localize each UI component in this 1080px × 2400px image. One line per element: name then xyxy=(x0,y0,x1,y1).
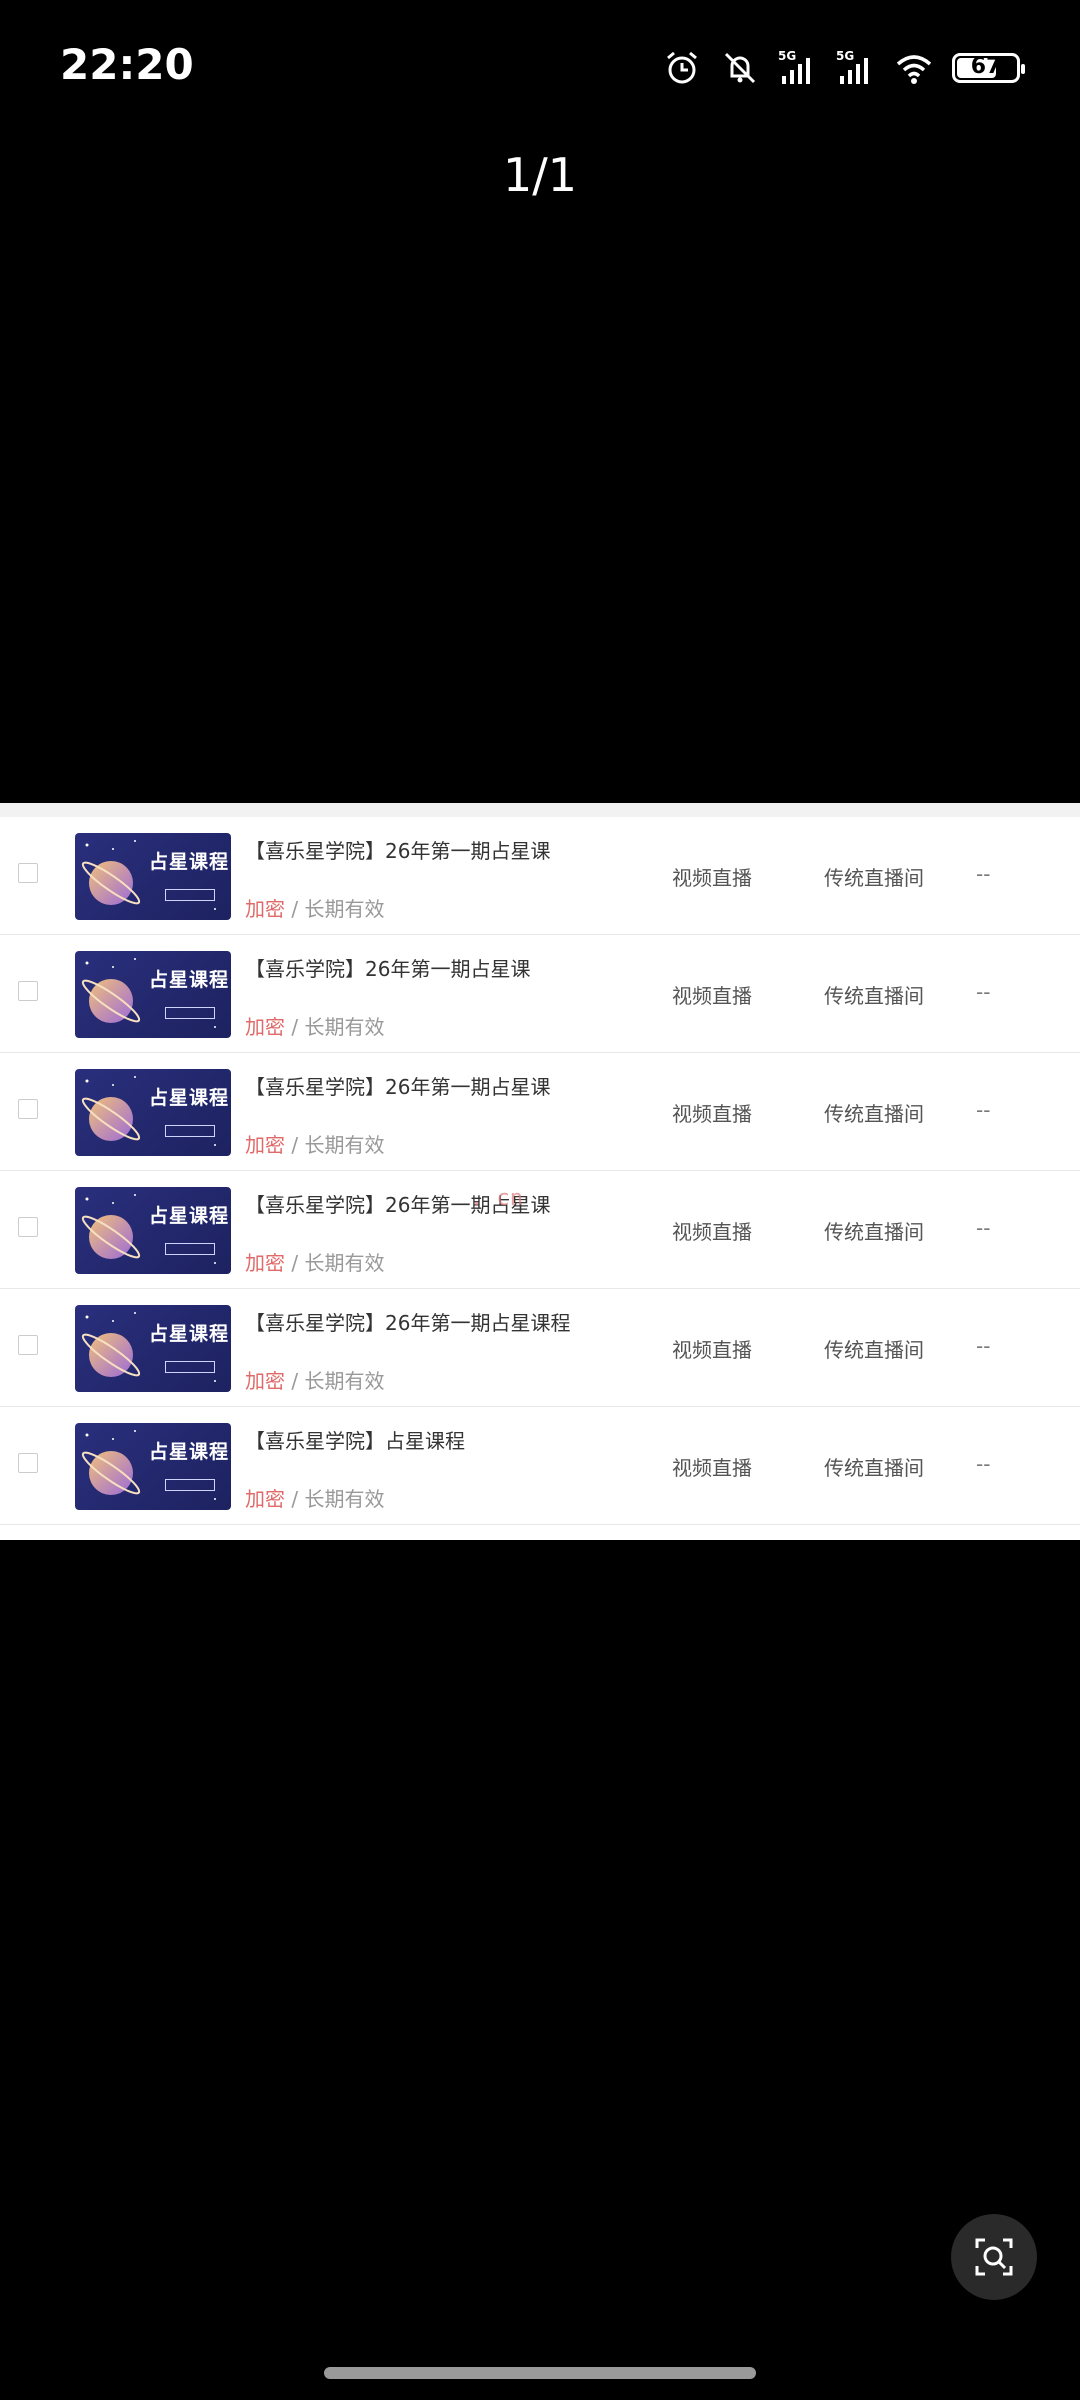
live-type: 视频直播 xyxy=(672,866,752,890)
table-row[interactable]: 占星课程 【喜乐学院】26年第一期占星课 加密 / 长期有效 视频直播 传统直播… xyxy=(0,935,1080,1053)
table-row[interactable]: 占星课程 【喜乐星学院】26年第一期占星课 加密 / 长期有效 视频直播 传统直… xyxy=(0,817,1080,935)
thumbnail-title: 占星课程 xyxy=(149,1323,230,1345)
signal-5g-icon: 5G xyxy=(778,49,810,84)
thumbnail-title: 占星课程 xyxy=(149,1441,230,1463)
thumbnail-title: 占星课程 xyxy=(149,1087,230,1109)
course-thumbnail[interactable]: 占星课程 xyxy=(75,1423,231,1510)
validity-label: / 长期有效 xyxy=(291,1015,385,1039)
thumbnail-title: 占星课程 xyxy=(149,1205,230,1227)
table-row[interactable]: 占星课程 【喜乐星学院】26年第一期占星课程 加密 / 长期有效 视频直播 传统… xyxy=(0,1289,1080,1407)
course-thumbnail[interactable]: 占星课程 xyxy=(75,1305,231,1392)
status-time: 22:20 xyxy=(60,40,194,89)
visual-search-button[interactable] xyxy=(951,2214,1037,2300)
extra-value: -- xyxy=(976,1452,991,1476)
validity-label: / 长期有效 xyxy=(291,1251,385,1275)
thumbnail-title: 占星课程 xyxy=(149,969,230,991)
extra-value: -- xyxy=(976,1098,991,1122)
course-title[interactable]: 【喜乐星学院】26年第一期占星课程 xyxy=(245,1307,570,1336)
validity-label: / 长期有效 xyxy=(291,1369,385,1393)
thumbnail-badge xyxy=(165,1243,215,1255)
search-scan-icon xyxy=(975,2238,1013,2276)
live-room: 传统直播间 xyxy=(824,1338,924,1362)
encrypt-label: 加密 xyxy=(245,1133,285,1157)
thumbnail-badge xyxy=(165,1125,215,1137)
encrypt-label: 加密 xyxy=(245,1015,285,1039)
home-indicator[interactable] xyxy=(324,2367,756,2379)
live-type: 视频直播 xyxy=(672,1456,752,1480)
table-row[interactable]: 占星课程 【喜乐星学院】占星课程 加密 / 长期有效 视频直播 传统直播间 -- xyxy=(0,1407,1080,1525)
course-title[interactable]: 【喜乐学院】26年第一期占星课 xyxy=(245,953,530,982)
course-meta: 加密 / 长期有效 xyxy=(245,1483,384,1512)
thumbnail-badge xyxy=(165,889,215,901)
course-thumbnail[interactable]: 占星课程 xyxy=(75,1069,231,1156)
course-thumbnail[interactable]: 占星课程 xyxy=(75,1187,231,1274)
signal-5g-icon: 5G xyxy=(836,49,868,84)
thumbnail-badge xyxy=(165,1479,215,1491)
live-room: 传统直播间 xyxy=(824,1220,924,1244)
status-bar: 22:20 5G 5G 67 xyxy=(0,0,1080,140)
course-meta: 加密 / 长期有效 xyxy=(245,1247,384,1276)
row-checkbox[interactable] xyxy=(18,1335,38,1355)
course-title[interactable]: 【喜乐星学院】26年第一期占星课 xyxy=(245,835,550,864)
live-room: 传统直播间 xyxy=(824,1102,924,1126)
extra-value: -- xyxy=(976,862,991,886)
live-room: 传统直播间 xyxy=(824,1456,924,1480)
alarm-icon xyxy=(667,51,697,84)
extra-value: -- xyxy=(976,1216,991,1240)
course-title[interactable]: 【喜乐星学院】26年第一期占星课 xyxy=(245,1071,550,1100)
live-type: 视频直播 xyxy=(672,1220,752,1244)
encrypt-label: 加密 xyxy=(245,1251,285,1275)
thumbnail-badge xyxy=(165,1007,215,1019)
live-room: 传统直播间 xyxy=(824,866,924,890)
row-checkbox[interactable] xyxy=(18,1099,38,1119)
table-top-strip xyxy=(0,803,1080,817)
course-table: 占星课程 【喜乐星学院】26年第一期占星课 加密 / 长期有效 视频直播 传统直… xyxy=(0,817,1080,1525)
status-icons: 5G 5G 67 xyxy=(662,48,1025,88)
course-thumbnail[interactable]: 占星课程 xyxy=(75,833,231,920)
extra-value: -- xyxy=(976,980,991,1004)
page-counter: 1/1 xyxy=(502,148,578,202)
row-checkbox[interactable] xyxy=(18,1217,38,1237)
course-meta: 加密 / 长期有效 xyxy=(245,893,384,922)
encrypt-label: 加密 xyxy=(245,1369,285,1393)
live-room: 传统直播间 xyxy=(824,984,924,1008)
course-thumbnail[interactable]: 占星课程 xyxy=(75,951,231,1038)
extra-value: -- xyxy=(976,1334,991,1358)
wifi-icon xyxy=(896,55,932,84)
row-checkbox[interactable] xyxy=(18,981,38,1001)
validity-label: / 长期有效 xyxy=(291,897,385,921)
row-checkbox[interactable] xyxy=(18,1453,38,1473)
course-meta: 加密 / 长期有效 xyxy=(245,1011,384,1040)
bell-muted-icon xyxy=(724,52,756,84)
encrypt-label: 加密 xyxy=(245,897,285,921)
course-meta: 加密 / 长期有效 xyxy=(245,1365,384,1394)
table-row[interactable]: 占星课程 【喜乐星学院】26年第一期占星课 加密 / 长期有效 视频直播 传统直… xyxy=(0,1171,1080,1289)
validity-label: / 长期有效 xyxy=(291,1133,385,1157)
live-type: 视频直播 xyxy=(672,984,752,1008)
thumbnail-badge xyxy=(165,1361,215,1373)
svg-text:5G: 5G xyxy=(778,49,796,63)
table-row[interactable]: 占星课程 【喜乐星学院】26年第一期占星课 加密 / 长期有效 视频直播 传统直… xyxy=(0,1053,1080,1171)
thumbnail-title: 占星课程 xyxy=(149,851,230,873)
live-type: 视频直播 xyxy=(672,1338,752,1362)
validity-label: / 长期有效 xyxy=(291,1487,385,1511)
live-type: 视频直播 xyxy=(672,1102,752,1126)
battery-percent: 67 xyxy=(970,54,1002,79)
image-panel[interactable]: 占星课程 【喜乐星学院】26年第一期占星课 加密 / 长期有效 视频直播 传统直… xyxy=(0,803,1080,1540)
row-checkbox[interactable] xyxy=(18,863,38,883)
course-meta: 加密 / 长期有效 xyxy=(245,1129,384,1158)
course-title[interactable]: 【喜乐星学院】占星课程 xyxy=(245,1425,465,1454)
encrypt-label: 加密 xyxy=(245,1487,285,1511)
watermark-text: . cn xyxy=(470,1186,523,1211)
svg-text:5G: 5G xyxy=(836,49,854,63)
battery-icon: 67 xyxy=(952,53,1025,83)
